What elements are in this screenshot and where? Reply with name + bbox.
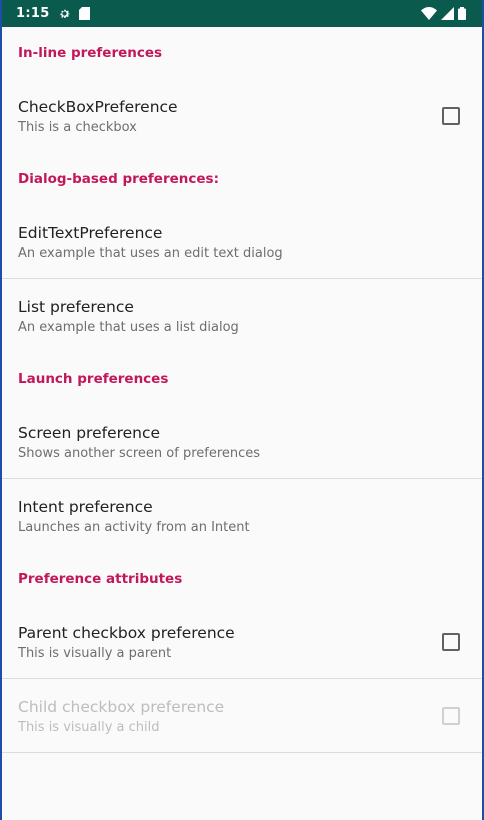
signal-icon [441, 7, 454, 20]
pref-title: List preference [18, 297, 134, 316]
checkbox-preference[interactable]: CheckBoxPreference This is a checkbox [2, 79, 482, 153]
status-bar: 1:15 [2, 0, 482, 27]
pref-title: EditTextPreference [18, 223, 163, 242]
pref-summary: Shows another screen of preferences [18, 445, 261, 461]
pref-summary: This is visually a child [18, 719, 160, 735]
battery-icon [458, 7, 466, 20]
screen-preference[interactable]: Screen preference Shows another screen o… [2, 405, 482, 479]
list-preference[interactable]: List preference An example that uses a l… [2, 279, 482, 353]
pref-summary: An example that uses a list dialog [18, 319, 239, 335]
app-screen: 1:15 In-line preferences CheckBoxPrefere… [2, 0, 482, 820]
child-checkbox-preference: Child checkbox preference This is visual… [2, 679, 482, 753]
category-launch-preferences: Launch preferences [18, 371, 169, 387]
pref-title: CheckBoxPreference [18, 97, 178, 116]
pref-title: Parent checkbox preference [18, 623, 235, 642]
intent-preference[interactable]: Intent preference Launches an activity f… [2, 479, 482, 553]
pref-summary: Launches an activity from an Intent [18, 519, 250, 535]
pref-summary: An example that uses an edit text dialog [18, 245, 283, 261]
checkbox [442, 707, 460, 725]
pref-summary: This is visually a parent [18, 645, 172, 661]
parent-checkbox-preference[interactable]: Parent checkbox preference This is visua… [2, 605, 482, 679]
settings-icon [58, 7, 71, 20]
checkbox[interactable] [442, 633, 460, 651]
checkbox[interactable] [442, 107, 460, 125]
wifi-icon [421, 7, 437, 20]
category-preference-attributes: Preference attributes [18, 571, 183, 587]
category-dialog-based-preferences: Dialog-based preferences: [18, 171, 219, 187]
edittext-preference[interactable]: EditTextPreference An example that uses … [2, 205, 482, 279]
sd-card-icon [78, 7, 90, 20]
pref-title: Screen preference [18, 423, 161, 442]
pref-title: Intent preference [18, 497, 153, 516]
category-inline-preferences: In-line preferences [18, 45, 163, 61]
preference-list: In-line preferences CheckBoxPreference T… [2, 27, 482, 753]
pref-summary: This is a checkbox [18, 119, 137, 135]
status-time: 1:15 [16, 6, 50, 21]
pref-title: Child checkbox preference [18, 697, 225, 716]
